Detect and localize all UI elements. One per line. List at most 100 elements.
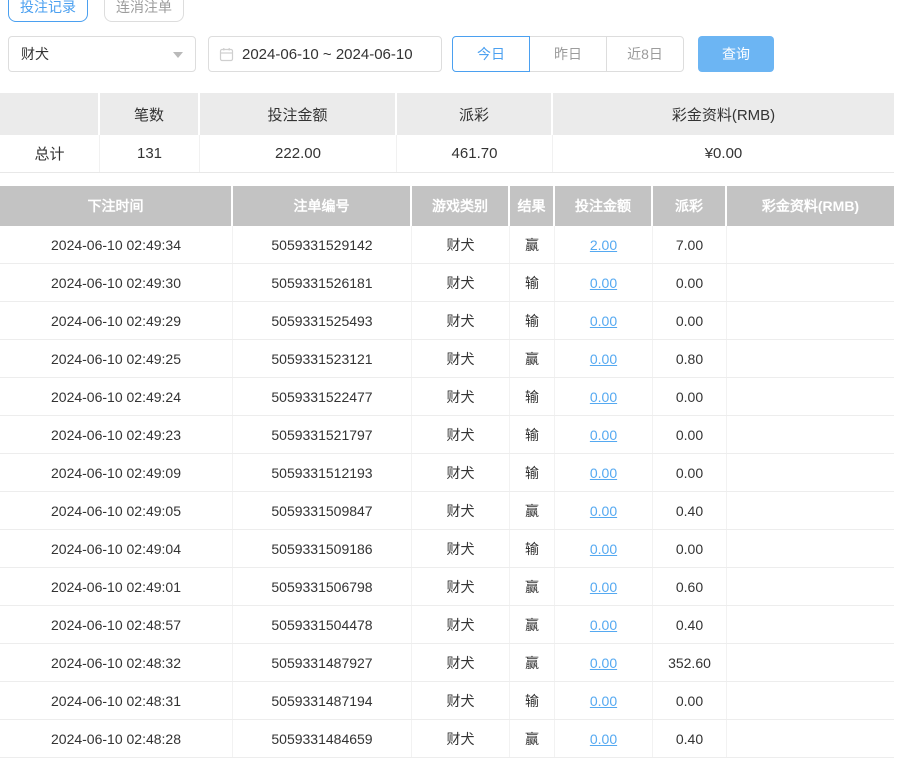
bet-amount-cell: 0.00: [555, 530, 653, 567]
summary-header-count: 笔数: [100, 93, 198, 135]
bet-time-cell: 2024-06-10 02:48:31: [0, 682, 233, 719]
chevron-down-icon: [173, 52, 183, 58]
payout-cell: 0.00: [653, 682, 727, 719]
last-8-days-button[interactable]: 近8日: [606, 36, 684, 72]
bet-amount-link[interactable]: 0.00: [590, 579, 617, 595]
summary-header-bet-amount: 投注金额: [200, 93, 395, 135]
bonus-cell: [727, 606, 894, 643]
date-range-value: 2024-06-10 ~ 2024-06-10: [242, 46, 413, 63]
bet-time-cell: 2024-06-10 02:49:04: [0, 530, 233, 567]
bet-amount-cell: 0.00: [555, 264, 653, 301]
calendar-icon: [219, 47, 234, 62]
bet-amount-cell: 0.00: [555, 682, 653, 719]
bet-time-cell: 2024-06-10 02:49:23: [0, 416, 233, 453]
game-type-cell: 财犬: [412, 226, 510, 263]
bet-amount-link[interactable]: 0.00: [590, 503, 617, 519]
order-number-cell: 5059331509186: [233, 530, 412, 567]
bonus-cell: [727, 644, 894, 681]
result-cell: 赢: [510, 720, 555, 757]
bonus-cell: [727, 530, 894, 567]
bet-amount-cell: 2.00: [555, 226, 653, 263]
result-cell: 赢: [510, 644, 555, 681]
bet-time-cell: 2024-06-10 02:49:01: [0, 568, 233, 605]
order-number-cell: 5059331526181: [233, 264, 412, 301]
bonus-cell: [727, 416, 894, 453]
bet-time-cell: 2024-06-10 02:48:28: [0, 720, 233, 757]
order-number-cell: 5059331525493: [233, 302, 412, 339]
bet-amount-link[interactable]: 0.00: [590, 389, 617, 405]
bet-amount-link[interactable]: 2.00: [590, 237, 617, 253]
yesterday-button[interactable]: 昨日: [529, 36, 607, 72]
summary-header-bonus: 彩金资料(RMB): [553, 93, 894, 135]
game-type-cell: 财犬: [412, 720, 510, 757]
summary-total-count: 131: [100, 135, 200, 172]
game-select-value: 财犬: [21, 44, 49, 64]
header-bet-amount: 投注金额: [555, 186, 651, 226]
header-bonus: 彩金资料(RMB): [727, 186, 894, 226]
bet-amount-link[interactable]: 0.00: [590, 275, 617, 291]
order-number-cell: 5059331529142: [233, 226, 412, 263]
payout-cell: 0.40: [653, 606, 727, 643]
bonus-cell: [727, 226, 894, 263]
bonus-cell: [727, 302, 894, 339]
order-number-cell: 5059331506798: [233, 568, 412, 605]
bonus-cell: [727, 720, 894, 757]
table-row: 2024-06-10 02:49:235059331521797财犬输0.000…: [0, 416, 894, 454]
summary-header-empty: [0, 93, 98, 135]
bet-amount-link[interactable]: 0.00: [590, 655, 617, 671]
bet-amount-link[interactable]: 0.00: [590, 313, 617, 329]
bet-amount-link[interactable]: 0.00: [590, 427, 617, 443]
order-number-cell: 5059331487194: [233, 682, 412, 719]
summary-total-row: 总计 131 222.00 461.70 ¥0.00: [0, 135, 894, 173]
order-number-cell: 5059331522477: [233, 378, 412, 415]
bet-amount-link[interactable]: 0.00: [590, 731, 617, 747]
summary-total-label: 总计: [0, 135, 100, 172]
table-row: 2024-06-10 02:49:055059331509847财犬赢0.000…: [0, 492, 894, 530]
payout-cell: 7.00: [653, 226, 727, 263]
order-number-cell: 5059331504478: [233, 606, 412, 643]
bet-amount-cell: 0.00: [555, 302, 653, 339]
bet-time-cell: 2024-06-10 02:49:24: [0, 378, 233, 415]
bet-amount-link[interactable]: 0.00: [590, 351, 617, 367]
result-cell: 输: [510, 454, 555, 491]
bet-amount-link[interactable]: 0.00: [590, 693, 617, 709]
result-cell: 赢: [510, 492, 555, 529]
payout-cell: 0.80: [653, 340, 727, 377]
bet-amount-cell: 0.00: [555, 606, 653, 643]
bet-table-header: 下注时间 注单编号 游戏类别 结果 投注金额 派彩 彩金资料(RMB): [0, 186, 894, 226]
bet-amount-link[interactable]: 0.00: [590, 541, 617, 557]
result-cell: 输: [510, 682, 555, 719]
tab-bet-records[interactable]: 投注记录: [8, 0, 88, 22]
bet-amount-cell: 0.00: [555, 644, 653, 681]
tab-cancelled-orders[interactable]: 连消注单: [104, 0, 184, 22]
order-number-cell: 5059331487927: [233, 644, 412, 681]
bet-records-table: 下注时间 注单编号 游戏类别 结果 投注金额 派彩 彩金资料(RMB) 2024…: [0, 186, 894, 758]
summary-total-bet-amount: 222.00: [200, 135, 397, 172]
table-row: 2024-06-10 02:49:245059331522477财犬输0.000…: [0, 378, 894, 416]
bet-amount-link[interactable]: 0.00: [590, 465, 617, 481]
quick-date-buttons: 今日 昨日 近8日: [452, 36, 684, 72]
bet-amount-link[interactable]: 0.00: [590, 617, 617, 633]
date-range-input[interactable]: 2024-06-10 ~ 2024-06-10: [208, 36, 442, 72]
result-cell: 输: [510, 416, 555, 453]
bonus-cell: [727, 264, 894, 301]
summary-total-bonus: ¥0.00: [553, 135, 894, 172]
result-cell: 输: [510, 378, 555, 415]
filter-bar: 财犬 2024-06-10 ~ 2024-06-10 今日 昨日 近8日 查询: [0, 36, 904, 72]
header-result: 结果: [510, 186, 553, 226]
game-type-cell: 财犬: [412, 264, 510, 301]
payout-cell: 352.60: [653, 644, 727, 681]
query-button[interactable]: 查询: [698, 36, 774, 72]
today-button[interactable]: 今日: [452, 36, 530, 72]
table-row: 2024-06-10 02:49:015059331506798财犬赢0.000…: [0, 568, 894, 606]
table-row: 2024-06-10 02:49:305059331526181财犬输0.000…: [0, 264, 894, 302]
bonus-cell: [727, 454, 894, 491]
bet-amount-cell: 0.00: [555, 340, 653, 377]
result-cell: 输: [510, 264, 555, 301]
game-select[interactable]: 财犬: [8, 36, 196, 72]
payout-cell: 0.00: [653, 378, 727, 415]
result-cell: 赢: [510, 568, 555, 605]
summary-header-row: 笔数 投注金额 派彩 彩金资料(RMB): [0, 93, 894, 135]
bet-amount-cell: 0.00: [555, 378, 653, 415]
bonus-cell: [727, 378, 894, 415]
